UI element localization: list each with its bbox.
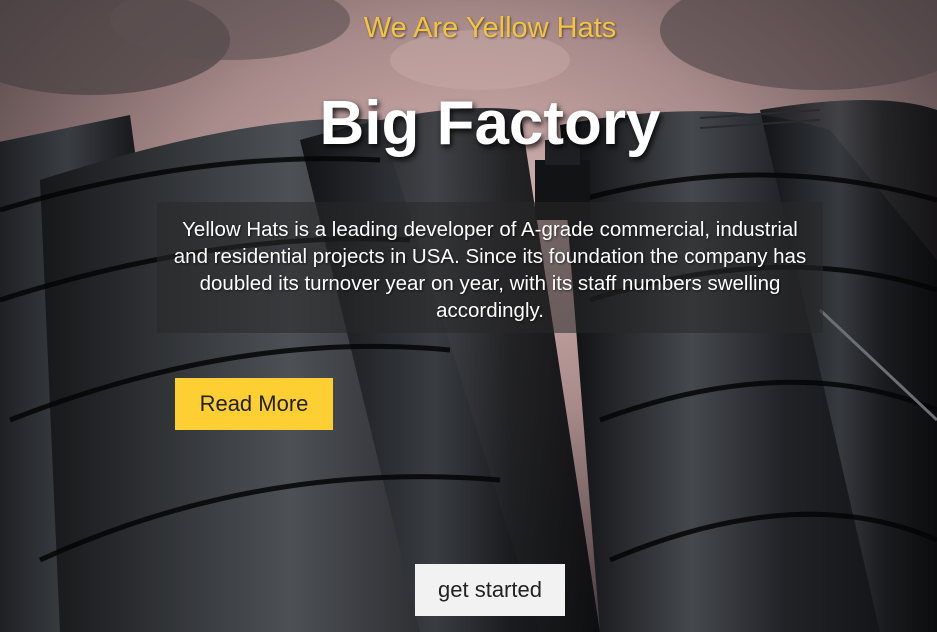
hero-section: We Are Yellow Hats Big Factory Yellow Ha…: [0, 0, 937, 632]
read-more-button[interactable]: Read More: [175, 378, 333, 430]
page-title: Big Factory: [319, 89, 661, 158]
hero-description: Yellow Hats is a leading developer of A-…: [157, 202, 823, 333]
tagline: We Are Yellow Hats: [363, 12, 617, 44]
get-started-button[interactable]: get started: [415, 564, 565, 616]
